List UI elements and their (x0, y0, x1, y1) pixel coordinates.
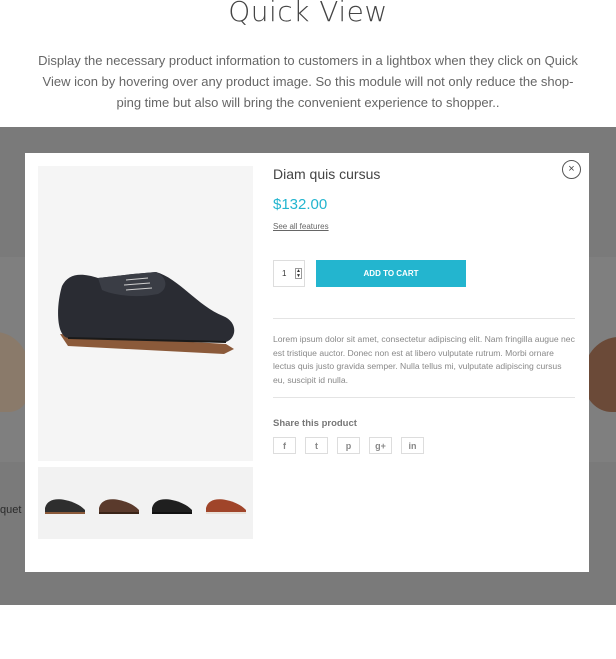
shoe-illustration (58, 272, 235, 354)
twitter-icon[interactable]: t (305, 437, 328, 454)
product-title: Diam quis cursus (273, 166, 381, 182)
product-description: Lorem ipsum dolor sit amet, consectetur … (273, 334, 575, 385)
share-buttons: f t p g+ in (273, 437, 424, 454)
page-title: Quick View (228, 0, 388, 28)
thumbnail-2[interactable] (95, 488, 143, 518)
thumbnail-3[interactable] (148, 488, 196, 518)
see-all-features-link[interactable]: See all features (273, 222, 329, 231)
add-to-cart-button[interactable]: ADD TO CART (316, 260, 466, 287)
thumbnail-4[interactable] (202, 488, 250, 518)
stepper-arrows-icon[interactable]: ▲ ▼ (295, 268, 302, 279)
product-main-image[interactable] (38, 166, 253, 461)
linkedin-icon[interactable]: in (401, 437, 424, 454)
share-label: Share this product (273, 418, 357, 429)
thumbnail-1[interactable] (41, 488, 89, 518)
divider (273, 318, 575, 319)
quantity-stepper[interactable]: 1 ▲ ▼ (273, 260, 305, 287)
product-price: $132.00 (273, 196, 328, 213)
background-text: quet (0, 504, 22, 516)
google-plus-icon[interactable]: g+ (369, 437, 392, 454)
close-button[interactable]: × (562, 160, 581, 179)
page-description: Display the necessary product informatio… (38, 53, 578, 110)
product-thumbnails (38, 467, 253, 539)
quantity-value: 1 (282, 269, 287, 278)
divider (273, 397, 575, 398)
facebook-icon[interactable]: f (273, 437, 296, 454)
pinterest-icon[interactable]: p (337, 437, 360, 454)
